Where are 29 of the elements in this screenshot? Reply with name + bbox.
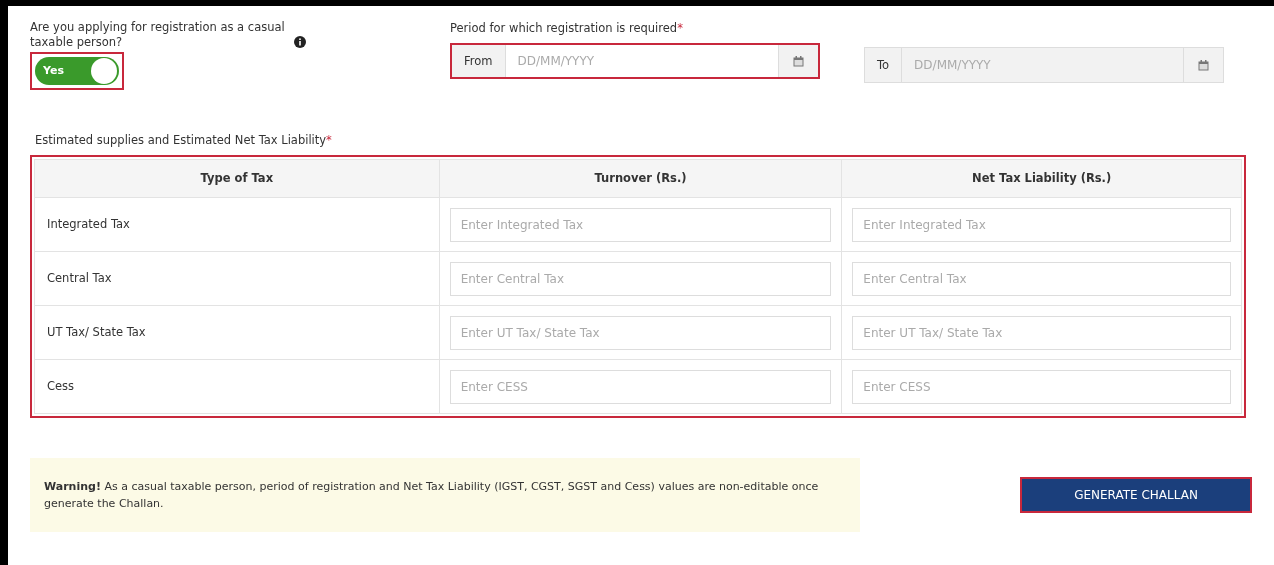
input-addon: To — [865, 48, 903, 83]
input-addon: From — [452, 45, 506, 78]
table-cell: Integrated Tax — [34, 197, 440, 252]
period-label: Period for which registration is required — [450, 20, 678, 37]
required-mark: * — [326, 132, 332, 149]
calendar-icon — [793, 55, 804, 67]
toggle-switch[interactable]: Yes — [35, 57, 119, 85]
input-field[interactable]: Enter UT Tax/ State Tax — [852, 315, 1231, 350]
input-field[interactable]: Enter CESS — [449, 369, 832, 404]
input-field[interactable]: Enter CESS — [852, 369, 1231, 404]
input-field[interactable]: Enter Central Tax — [449, 261, 832, 296]
info-icon — [294, 36, 306, 48]
date-field[interactable]: From DD/MM/YYYY — [450, 43, 820, 80]
column-header: Net Tax Liability (Rs.) — [841, 159, 1242, 198]
table-cell: UT Tax/ State Tax — [34, 305, 440, 360]
required-mark: * — [677, 20, 683, 37]
estimates-label: Estimated supplies and Estimated Net Tax Liability — [35, 132, 327, 149]
warning-message: Warning! As a casual taxable person, period of registration and Net Tax Liability (IGST, CGST, SGST and Cess) values are non-editable once generate the Challan. — [30, 458, 860, 533]
question-label: Are you applying for registration as a casual taxable person? — [30, 20, 286, 50]
input-field[interactable]: Enter UT Tax/ State Tax — [449, 315, 832, 350]
table-cell: Central Tax — [34, 251, 440, 306]
input-field[interactable]: Enter Central Tax — [852, 261, 1231, 296]
input-field[interactable]: Enter Integrated Tax — [449, 207, 832, 242]
calendar-icon — [1198, 59, 1209, 71]
generate-challan-button[interactable]: GENERATE CHALLAN — [1020, 477, 1252, 514]
column-header: Turnover (Rs.) — [439, 159, 842, 198]
table-cell: Cess — [34, 359, 440, 414]
input-field[interactable]: Enter Integrated Tax — [852, 207, 1231, 242]
column-header: Type of Tax — [34, 159, 440, 198]
